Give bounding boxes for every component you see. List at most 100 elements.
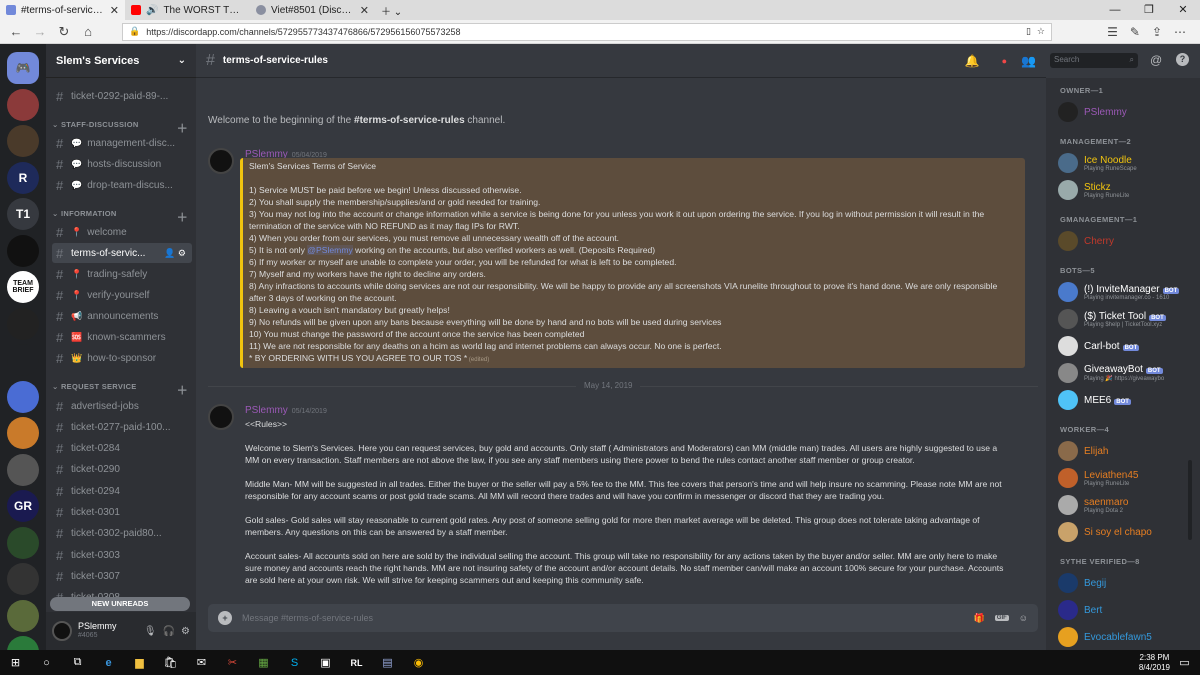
- member-item[interactable]: PSlemmy: [1058, 100, 1198, 124]
- close-tab-icon[interactable]: ✕: [360, 4, 369, 17]
- maximize-icon[interactable]: ❐: [1132, 0, 1166, 20]
- upload-plus-icon[interactable]: +: [218, 611, 232, 625]
- server-icon[interactable]: [7, 453, 39, 486]
- channel-item[interactable]: # ticket-0303: [52, 545, 192, 565]
- channel-item-how-to-sponsor[interactable]: # 👑 how-to-sponsor: [52, 348, 192, 368]
- guild-header[interactable]: Slem's Services ⌄: [46, 44, 196, 78]
- cortana-search-icon[interactable]: ○: [31, 650, 62, 675]
- member-item[interactable]: Leviathen45 Playing RuneLite: [1058, 466, 1198, 490]
- snipping-tool-icon[interactable]: ✂: [217, 650, 248, 675]
- url-input[interactable]: 🔒 https://discordapp.com/channels/5729557…: [122, 22, 1052, 41]
- server-icon[interactable]: [7, 526, 39, 559]
- channel-item-trading-safely[interactable]: # 📍 trading-safely: [52, 264, 192, 284]
- server-icon[interactable]: GR: [7, 490, 39, 522]
- store-icon[interactable]: 🛍: [155, 650, 186, 675]
- member-item[interactable]: Begij: [1058, 571, 1198, 595]
- photos-icon[interactable]: ▣: [310, 650, 341, 675]
- back-icon[interactable]: ←: [6, 24, 26, 39]
- channel-item-announcements[interactable]: # 📢 announcements: [52, 306, 192, 326]
- windows-start-icon[interactable]: ⊞: [0, 650, 31, 675]
- avatar[interactable]: [208, 148, 234, 174]
- member-item[interactable]: Bert: [1058, 598, 1198, 622]
- channel-item-hosts[interactable]: # 💬 hosts-discussion: [52, 154, 192, 174]
- message-author[interactable]: PSlemmy: [245, 405, 288, 416]
- search-input[interactable]: Search ⌕: [1050, 53, 1138, 68]
- forward-icon[interactable]: →: [30, 24, 50, 39]
- skype-icon[interactable]: S: [279, 650, 310, 675]
- share-icon[interactable]: ⇪: [1152, 25, 1162, 39]
- notifications-icon[interactable]: ▭: [1169, 650, 1200, 675]
- close-window-icon[interactable]: ✕: [1166, 0, 1200, 20]
- server-icon[interactable]: [7, 563, 39, 595]
- member-item[interactable]: saenmaro Playing Dota 2: [1058, 493, 1198, 517]
- minecraft-icon[interactable]: ▦: [248, 650, 279, 675]
- user-mention[interactable]: @PSlemmy: [307, 245, 353, 255]
- channel-item[interactable]: # ticket-0294: [52, 481, 192, 501]
- channel-item[interactable]: # ticket-0307: [52, 566, 192, 586]
- audio-playing-icon[interactable]: 🔊: [146, 5, 158, 16]
- member-item[interactable]: Stickz Playing RuneLite: [1058, 178, 1198, 202]
- channel-item-ticket-0292[interactable]: # ticket-0292-paid-89-...: [52, 86, 192, 106]
- channel-item-management[interactable]: # 💬 management-disc...: [52, 133, 192, 153]
- server-icon[interactable]: [7, 307, 39, 340]
- notes-icon[interactable]: ✎: [1130, 25, 1140, 39]
- member-item[interactable]: Cherry: [1058, 229, 1198, 253]
- browser-tab-discord[interactable]: #terms-of-service-rules✕: [0, 0, 125, 20]
- channel-item[interactable]: # ticket-0302-paid80...: [52, 524, 192, 544]
- server-icon[interactable]: [7, 599, 39, 632]
- member-item[interactable]: Elijah: [1058, 439, 1198, 463]
- discord-home-icon[interactable]: 🎮: [7, 52, 39, 84]
- mentions-icon[interactable]: @: [1150, 53, 1162, 67]
- settings-gear-icon[interactable]: ⚙: [181, 626, 190, 637]
- channel-item-known-scammers[interactable]: # 🆘 known-scammers: [52, 327, 192, 347]
- edge-icon[interactable]: e: [93, 650, 124, 675]
- headphones-icon[interactable]: 🎧: [163, 626, 175, 637]
- gif-icon[interactable]: GIF: [994, 615, 1009, 621]
- task-view-icon[interactable]: ⧉: [62, 650, 93, 675]
- member-item[interactable]: Ice Noodle Playing RuneScape: [1058, 151, 1198, 175]
- server-icon[interactable]: [7, 234, 39, 267]
- channel-item-drop-team[interactable]: # 💬 drop-team-discus...: [52, 175, 192, 195]
- avatar[interactable]: [52, 621, 72, 641]
- new-unreads-button[interactable]: NEW UNREADS: [50, 597, 190, 611]
- bell-icon[interactable]: 🔔: [965, 54, 980, 68]
- channel-item-terms-of-service[interactable]: # terms-of-servic... 👤 ⚙: [52, 243, 192, 263]
- server-icon[interactable]: R: [7, 161, 39, 194]
- member-item[interactable]: (!) InviteManager BOT Playing invitemanage…: [1058, 280, 1198, 304]
- server-icon[interactable]: [7, 125, 39, 157]
- reading-view-icon[interactable]: ▯: [1026, 26, 1031, 37]
- browser-tab-youtube[interactable]: 🔊The WORST Thing That: [125, 0, 250, 20]
- chrome-icon[interactable]: ◉: [403, 650, 434, 675]
- channel-item[interactable]: # ticket-0301: [52, 503, 192, 523]
- channel-item[interactable]: # ticket-0290: [52, 460, 192, 480]
- member-item[interactable]: GiveawayBot BOT Playing 🎉 https://giveaway…: [1058, 361, 1198, 385]
- close-tab-icon[interactable]: ✕: [110, 4, 119, 17]
- channel-item[interactable]: # advertised-jobs: [52, 396, 192, 416]
- runelite-icon[interactable]: RL: [341, 650, 372, 675]
- more-icon[interactable]: ⋯: [1174, 25, 1186, 39]
- member-list-icon[interactable]: 👥: [1021, 54, 1036, 68]
- home-icon[interactable]: ⌂: [78, 24, 98, 39]
- favorites-icon[interactable]: ☰: [1107, 25, 1118, 39]
- server-icon[interactable]: T1: [7, 198, 39, 230]
- file-explorer-icon[interactable]: ▆: [124, 650, 155, 675]
- minimize-icon[interactable]: —: [1098, 0, 1132, 20]
- member-item[interactable]: MEE6 BOT: [1058, 388, 1198, 412]
- server-icon[interactable]: [7, 344, 39, 376]
- notes-app-icon[interactable]: ▤: [372, 650, 403, 675]
- channel-item-verify[interactable]: # 📍 verify-yourself: [52, 285, 192, 305]
- refresh-icon[interactable]: ↻: [54, 24, 74, 40]
- browser-tab-viet[interactable]: Viet#8501 (Discord Tag) Sca✕: [250, 0, 375, 20]
- member-item[interactable]: ($) Ticket Tool BOT Playing $help | Ticket…: [1058, 307, 1198, 331]
- server-icon[interactable]: TEAM BRIEF: [7, 271, 39, 303]
- avatar[interactable]: [208, 404, 234, 430]
- emoji-icon[interactable]: ☺: [1019, 613, 1028, 623]
- chevron-down-icon[interactable]: ⌄: [178, 55, 186, 66]
- mute-mic-icon[interactable]: 🎙: [144, 626, 157, 637]
- member-item[interactable]: Carl-bot BOT: [1058, 334, 1198, 358]
- channel-item[interactable]: # ticket-0277-paid-100...: [52, 417, 192, 437]
- server-icon[interactable]: [7, 417, 39, 449]
- gift-icon[interactable]: 🎁: [974, 613, 985, 624]
- server-icon[interactable]: [7, 88, 39, 121]
- member-item[interactable]: Si soy el chapo: [1058, 520, 1198, 544]
